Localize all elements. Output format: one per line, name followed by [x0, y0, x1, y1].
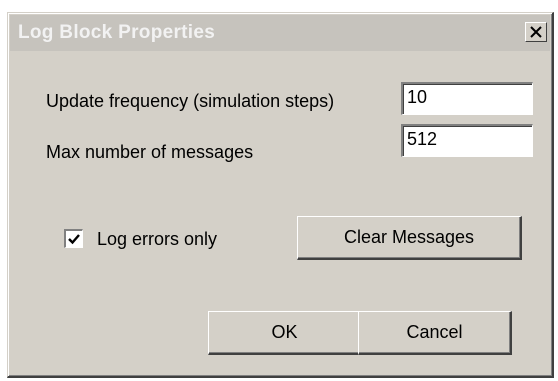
checkmark-icon — [68, 234, 80, 245]
log-errors-only-checkbox[interactable] — [64, 229, 83, 248]
window-title: Log Block Properties — [18, 22, 216, 43]
update-frequency-input[interactable]: 10 — [401, 82, 533, 115]
log-block-properties-dialog: Log Block Properties Update frequency (s… — [7, 12, 554, 378]
close-button[interactable] — [525, 22, 547, 42]
log-errors-only-label[interactable]: Log errors only — [97, 229, 217, 250]
clear-messages-button[interactable]: Clear Messages — [297, 216, 522, 260]
cancel-button[interactable]: Cancel — [358, 311, 512, 355]
max-messages-label: Max number of messages — [46, 142, 254, 162]
max-messages-input[interactable]: 512 — [401, 124, 533, 157]
ok-button[interactable]: OK — [208, 311, 362, 355]
update-frequency-label: Update frequency (simulation steps) — [46, 91, 335, 111]
close-icon — [530, 26, 542, 38]
title-bar[interactable]: Log Block Properties — [10, 15, 550, 51]
